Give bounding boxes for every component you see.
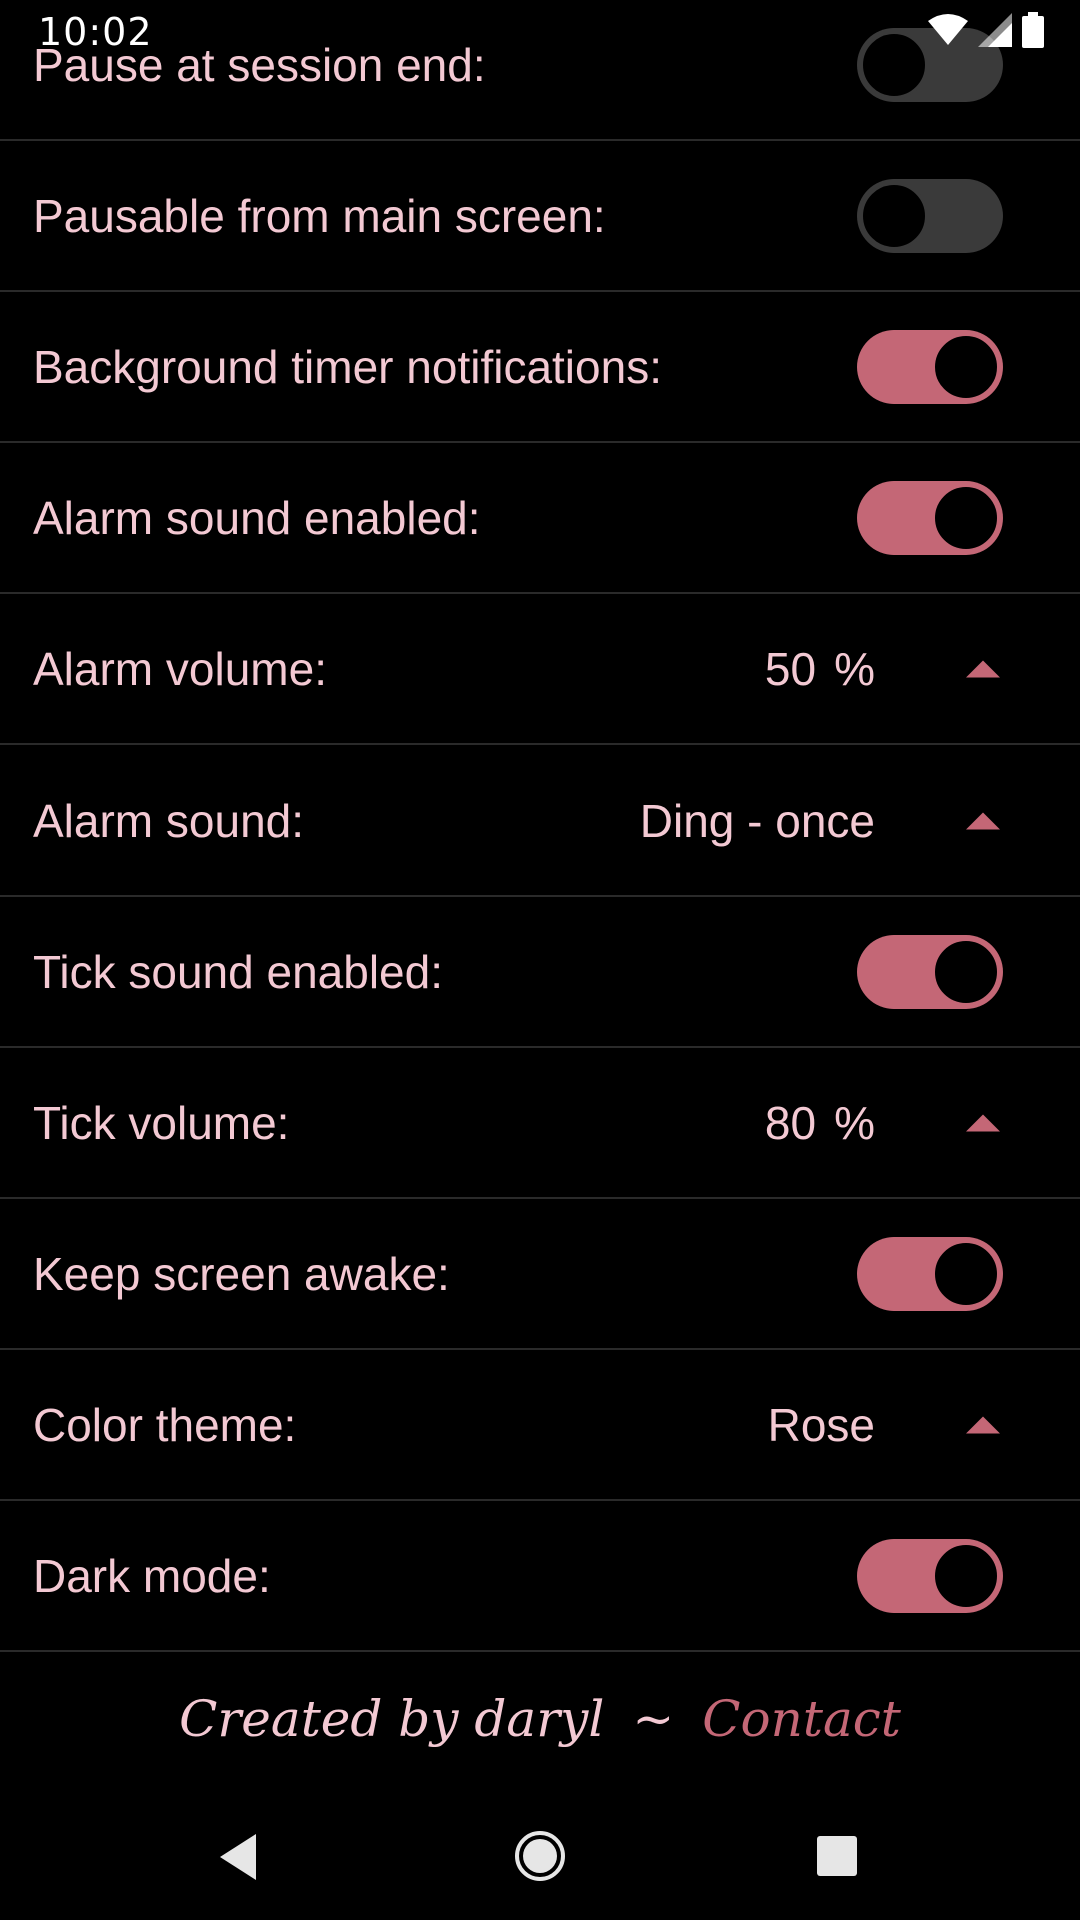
- dropdown-caret-icon[interactable]: [966, 660, 1000, 678]
- settings-screen: Pause at session end: Pausable from main …: [0, 0, 1080, 1920]
- toggle-knob: [932, 484, 1000, 553]
- toggle-switch[interactable]: [857, 934, 1003, 1009]
- contact-link[interactable]: Contact: [702, 1690, 901, 1748]
- status-time: 10:02: [38, 10, 153, 54]
- created-by-text: Created by daryl: [179, 1690, 605, 1748]
- setting-label: Alarm sound enabled:: [33, 492, 481, 545]
- toggle-knob: [932, 1542, 1000, 1610]
- setting-label: Tick volume:: [33, 1096, 290, 1149]
- setting-value-text: 80: [764, 1096, 817, 1149]
- back-icon[interactable]: [216, 1832, 260, 1887]
- setting-label: Color theme:: [33, 1398, 297, 1451]
- toggle-switch[interactable]: [857, 1236, 1003, 1311]
- setting-unit: %: [834, 643, 875, 696]
- status-icons: [928, 12, 1044, 48]
- setting-value-text: Ding - once: [639, 794, 875, 847]
- setting-row[interactable]: Background timer notifications:: [0, 293, 1080, 444]
- dropdown-caret-icon[interactable]: [966, 1114, 1000, 1132]
- footer: Created by daryl ~ Contact: [0, 1690, 1080, 1748]
- setting-label: Alarm sound:: [33, 794, 305, 847]
- setting-row[interactable]: Alarm sound enabled:: [0, 444, 1080, 595]
- setting-row[interactable]: Tick volume: 80%: [0, 1049, 1080, 1199]
- dropdown-caret-icon[interactable]: [966, 812, 1000, 829]
- setting-label: Keep screen awake:: [33, 1247, 450, 1300]
- toggle-switch[interactable]: [857, 1539, 1003, 1613]
- setting-row[interactable]: Pausable from main screen:: [0, 142, 1080, 293]
- navigation-bar: [0, 1800, 1080, 1920]
- toggle-knob: [860, 182, 928, 251]
- toggle-switch[interactable]: [857, 330, 1003, 405]
- footer-separator: ~: [632, 1690, 675, 1748]
- recents-icon[interactable]: [816, 1835, 858, 1882]
- setting-row[interactable]: Alarm volume: 50%: [0, 595, 1080, 746]
- setting-row[interactable]: Keep screen awake:: [0, 1200, 1080, 1350]
- toggle-knob: [932, 333, 1000, 402]
- toggle-switch[interactable]: [857, 179, 1003, 254]
- setting-value-text: 50: [764, 643, 817, 696]
- toggle-switch[interactable]: [857, 481, 1003, 556]
- setting-label: Alarm volume:: [33, 643, 327, 696]
- setting-label: Background timer notifications:: [33, 341, 662, 394]
- setting-value-text: Rose: [767, 1398, 875, 1451]
- home-icon[interactable]: [514, 1830, 566, 1887]
- setting-value[interactable]: Ding - once: [640, 794, 875, 848]
- wifi-icon: [928, 13, 968, 47]
- setting-row[interactable]: Dark mode:: [0, 1502, 1080, 1652]
- toggle-knob: [932, 1239, 1000, 1308]
- dropdown-caret-icon[interactable]: [966, 1416, 1000, 1434]
- signal-icon: [978, 13, 1012, 47]
- setting-row[interactable]: Color theme: Rose: [0, 1351, 1080, 1501]
- setting-value[interactable]: 80%: [765, 1096, 875, 1150]
- setting-unit: %: [834, 1096, 875, 1149]
- setting-value[interactable]: 50%: [765, 642, 875, 696]
- setting-label: Pausable from main screen:: [33, 190, 606, 243]
- setting-label: Dark mode:: [33, 1550, 271, 1602]
- setting-row[interactable]: Tick sound enabled:: [0, 898, 1080, 1048]
- battery-icon: [1022, 12, 1044, 48]
- status-bar: 10:02: [0, 0, 1080, 62]
- setting-label: Tick sound enabled:: [33, 945, 444, 998]
- toggle-knob: [932, 937, 1000, 1006]
- setting-row[interactable]: Alarm sound: Ding - once: [0, 747, 1080, 897]
- setting-value[interactable]: Rose: [768, 1398, 875, 1452]
